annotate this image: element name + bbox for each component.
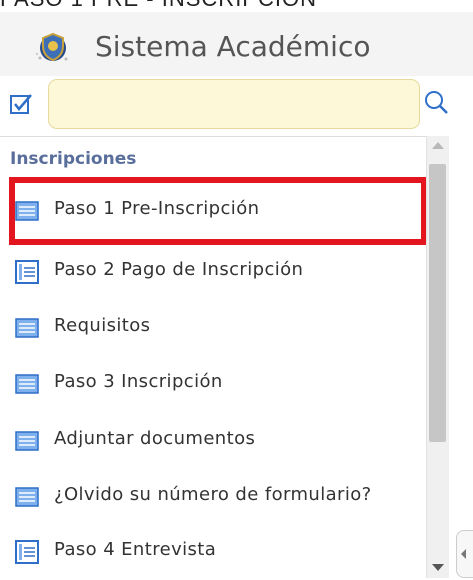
scroll-down-icon[interactable] — [432, 564, 444, 571]
menu-item-paso-1[interactable]: Paso 1 Pre-Inscripción — [0, 183, 426, 239]
checkbox-icon[interactable] — [8, 91, 34, 117]
list-icon — [15, 487, 39, 507]
scroll-up-icon[interactable] — [432, 142, 444, 149]
menu-item-label: Paso 4 Entrevista — [54, 539, 217, 560]
menu-scrollbar[interactable] — [426, 136, 449, 578]
app-header: Sistema Académico — [0, 12, 473, 77]
menu-item-paso-2[interactable]: Paso 2 Pago de Inscripción — [0, 244, 426, 300]
form-icon — [15, 540, 39, 564]
menu-item-paso-3[interactable]: Paso 3 Inscripción — [0, 356, 426, 412]
list-icon — [15, 201, 39, 221]
menu-item-adjuntar-documentos[interactable]: Adjuntar documentos — [0, 413, 426, 469]
app-title: Sistema Académico — [95, 30, 371, 63]
menu-item-label: Paso 1 Pre-Inscripción — [54, 198, 260, 219]
search-row — [0, 76, 473, 136]
form-icon — [15, 260, 39, 284]
sidebar-menu: Inscripciones Paso 1 Pre-Inscripción Pas… — [0, 136, 427, 580]
list-icon — [15, 431, 39, 451]
menu-item-label: Paso 3 Inscripción — [54, 371, 223, 392]
collapse-handle[interactable] — [456, 530, 473, 578]
menu-item-olvido-formulario[interactable]: ¿Olvido su número de formulario? — [0, 469, 426, 525]
menu-item-paso-4[interactable]: Paso 4 Entrevista — [0, 524, 426, 580]
search-input[interactable] — [48, 79, 420, 129]
list-icon — [15, 318, 39, 338]
page-caption: PASO 1 PRE - INSCRIPCION — [0, 0, 473, 12]
search-icon[interactable] — [423, 89, 449, 115]
menu-item-label: ¿Olvido su número de formulario? — [54, 484, 372, 505]
menu-item-label: Paso 2 Pago de Inscripción — [54, 259, 304, 280]
list-icon — [15, 374, 39, 394]
scroll-thumb[interactable] — [429, 164, 446, 442]
menu-item-label: Adjuntar documentos — [54, 428, 256, 449]
section-title-inscripciones: Inscripciones — [10, 149, 137, 169]
shield-logo-icon — [35, 32, 68, 62]
menu-item-label: Requisitos — [54, 315, 151, 336]
menu-item-requisitos[interactable]: Requisitos — [0, 300, 426, 356]
